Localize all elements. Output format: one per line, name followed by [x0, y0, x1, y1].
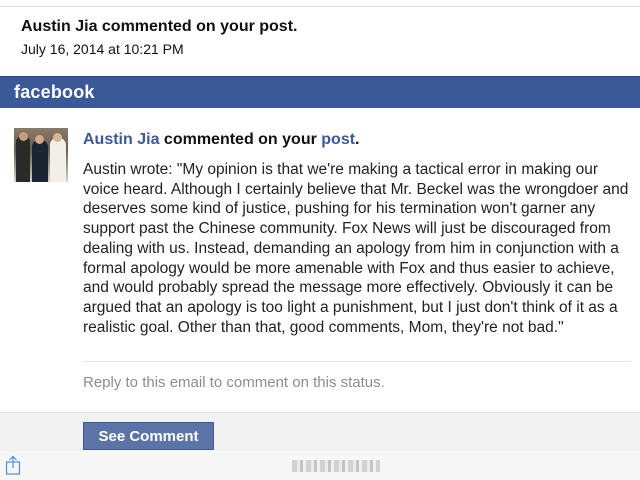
see-comment-button[interactable]: See Comment [83, 422, 214, 450]
avatar-figure-head [35, 135, 44, 144]
content-divider [83, 361, 631, 362]
avatar-figure [50, 138, 66, 182]
mail-subject: Austin Jia commented on your post. [21, 18, 298, 35]
obscured-footer-text [292, 460, 380, 472]
headline-end: . [355, 131, 360, 148]
reply-note: Reply to this email to comment on this s… [83, 374, 385, 391]
post-link[interactable]: post [321, 131, 355, 148]
notification-body: Austin Jia commented on your post. Austi… [0, 108, 640, 412]
actor-link[interactable]: Austin Jia [83, 131, 159, 148]
mail-date: July 16, 2014 at 10:21 PM [21, 41, 184, 57]
notification-headline: Austin Jia commented on your post. [83, 131, 360, 149]
comment-message: Austin wrote: "My opinion is that we're … [83, 161, 629, 336]
avatar-figure [16, 136, 30, 182]
footer: See Comment [0, 412, 640, 480]
avatar[interactable] [14, 128, 68, 182]
share-icon[interactable] [5, 455, 21, 475]
facebook-header-bar: facebook [0, 76, 640, 108]
mail-header: Austin Jia commented on your post. July … [0, 0, 640, 66]
facebook-logo: facebook [14, 82, 95, 102]
email-view: Austin Jia commented on your post. July … [0, 0, 640, 480]
header-divider [0, 6, 640, 7]
headline-action: commented on your [159, 131, 322, 148]
bottom-toolbar [0, 451, 640, 480]
avatar-figure [32, 140, 48, 182]
avatar-figure-head [53, 133, 62, 142]
avatar-figure-head [19, 132, 28, 141]
